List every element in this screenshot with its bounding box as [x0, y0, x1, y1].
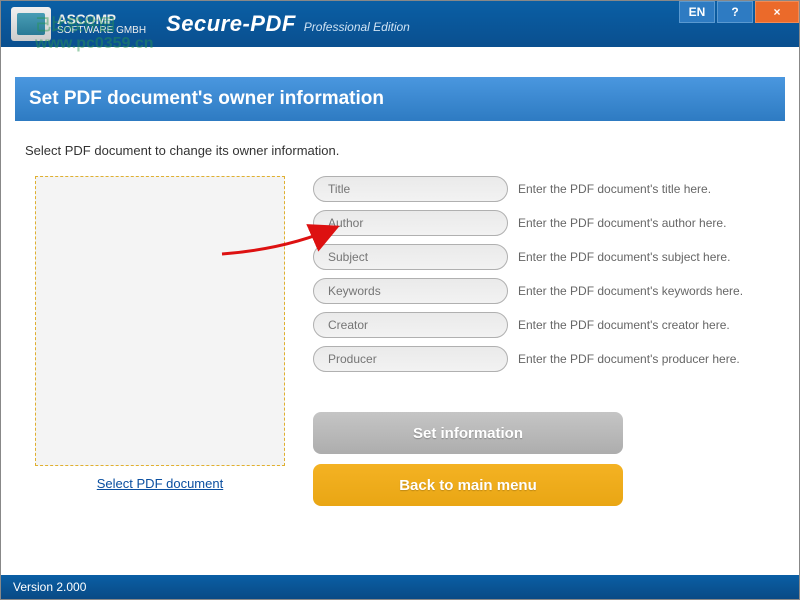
- producer-hint: Enter the PDF document's producer here.: [518, 352, 775, 366]
- back-to-main-button[interactable]: Back to main menu: [313, 464, 623, 506]
- title-field[interactable]: [313, 176, 508, 202]
- content-area: Select PDF document Enter the PDF docume…: [1, 158, 799, 506]
- set-information-button[interactable]: Set information: [313, 412, 623, 454]
- section-header: Set PDF document's owner information: [15, 77, 785, 121]
- brand-text: ASCOMP SOFTWARE GMBH: [57, 12, 146, 36]
- language-button[interactable]: EN: [679, 1, 715, 23]
- keywords-field[interactable]: [313, 278, 508, 304]
- help-button[interactable]: ?: [717, 1, 753, 23]
- creator-hint: Enter the PDF document's creator here.: [518, 318, 775, 332]
- app-edition: Professional Edition: [304, 20, 410, 34]
- close-button[interactable]: ×: [755, 1, 799, 23]
- titlebar: ASCOMP SOFTWARE GMBH Secure-PDF Professi…: [1, 1, 799, 47]
- field-row-title: Enter the PDF document's title here.: [313, 176, 775, 202]
- brand-logo: ASCOMP SOFTWARE GMBH: [11, 1, 146, 47]
- field-row-producer: Enter the PDF document's producer here.: [313, 346, 775, 372]
- creator-field[interactable]: [313, 312, 508, 338]
- fields-list: Enter the PDF document's title here. Ent…: [313, 176, 775, 372]
- title-hint: Enter the PDF document's title here.: [518, 182, 775, 196]
- preview-column: Select PDF document: [25, 176, 295, 506]
- author-field[interactable]: [313, 210, 508, 236]
- field-row-author: Enter the PDF document's author here.: [313, 210, 775, 236]
- instruction-text: Select PDF document to change its owner …: [25, 143, 775, 158]
- keywords-hint: Enter the PDF document's keywords here.: [518, 284, 775, 298]
- app-name: Secure-PDF: [166, 11, 296, 37]
- producer-field[interactable]: [313, 346, 508, 372]
- subject-hint: Enter the PDF document's subject here.: [518, 250, 775, 264]
- action-area: Set information Back to main menu: [313, 412, 775, 506]
- app-title: Secure-PDF Professional Edition: [166, 11, 410, 37]
- author-hint: Enter the PDF document's author here.: [518, 216, 775, 230]
- select-pdf-link[interactable]: Select PDF document: [97, 476, 223, 491]
- section-title: Set PDF document's owner information: [29, 88, 384, 110]
- brand-name: ASCOMP: [57, 12, 146, 26]
- logo-icon: [11, 7, 51, 41]
- subject-field[interactable]: [313, 244, 508, 270]
- field-row-keywords: Enter the PDF document's keywords here.: [313, 278, 775, 304]
- field-row-subject: Enter the PDF document's subject here.: [313, 244, 775, 270]
- version-label: Version 2.000: [13, 580, 86, 594]
- fields-column: Enter the PDF document's title here. Ent…: [313, 176, 775, 506]
- brand-subtitle: SOFTWARE GMBH: [57, 26, 146, 36]
- footer-bar: Version 2.000: [1, 575, 799, 599]
- pdf-preview-box[interactable]: [35, 176, 285, 466]
- field-row-creator: Enter the PDF document's creator here.: [313, 312, 775, 338]
